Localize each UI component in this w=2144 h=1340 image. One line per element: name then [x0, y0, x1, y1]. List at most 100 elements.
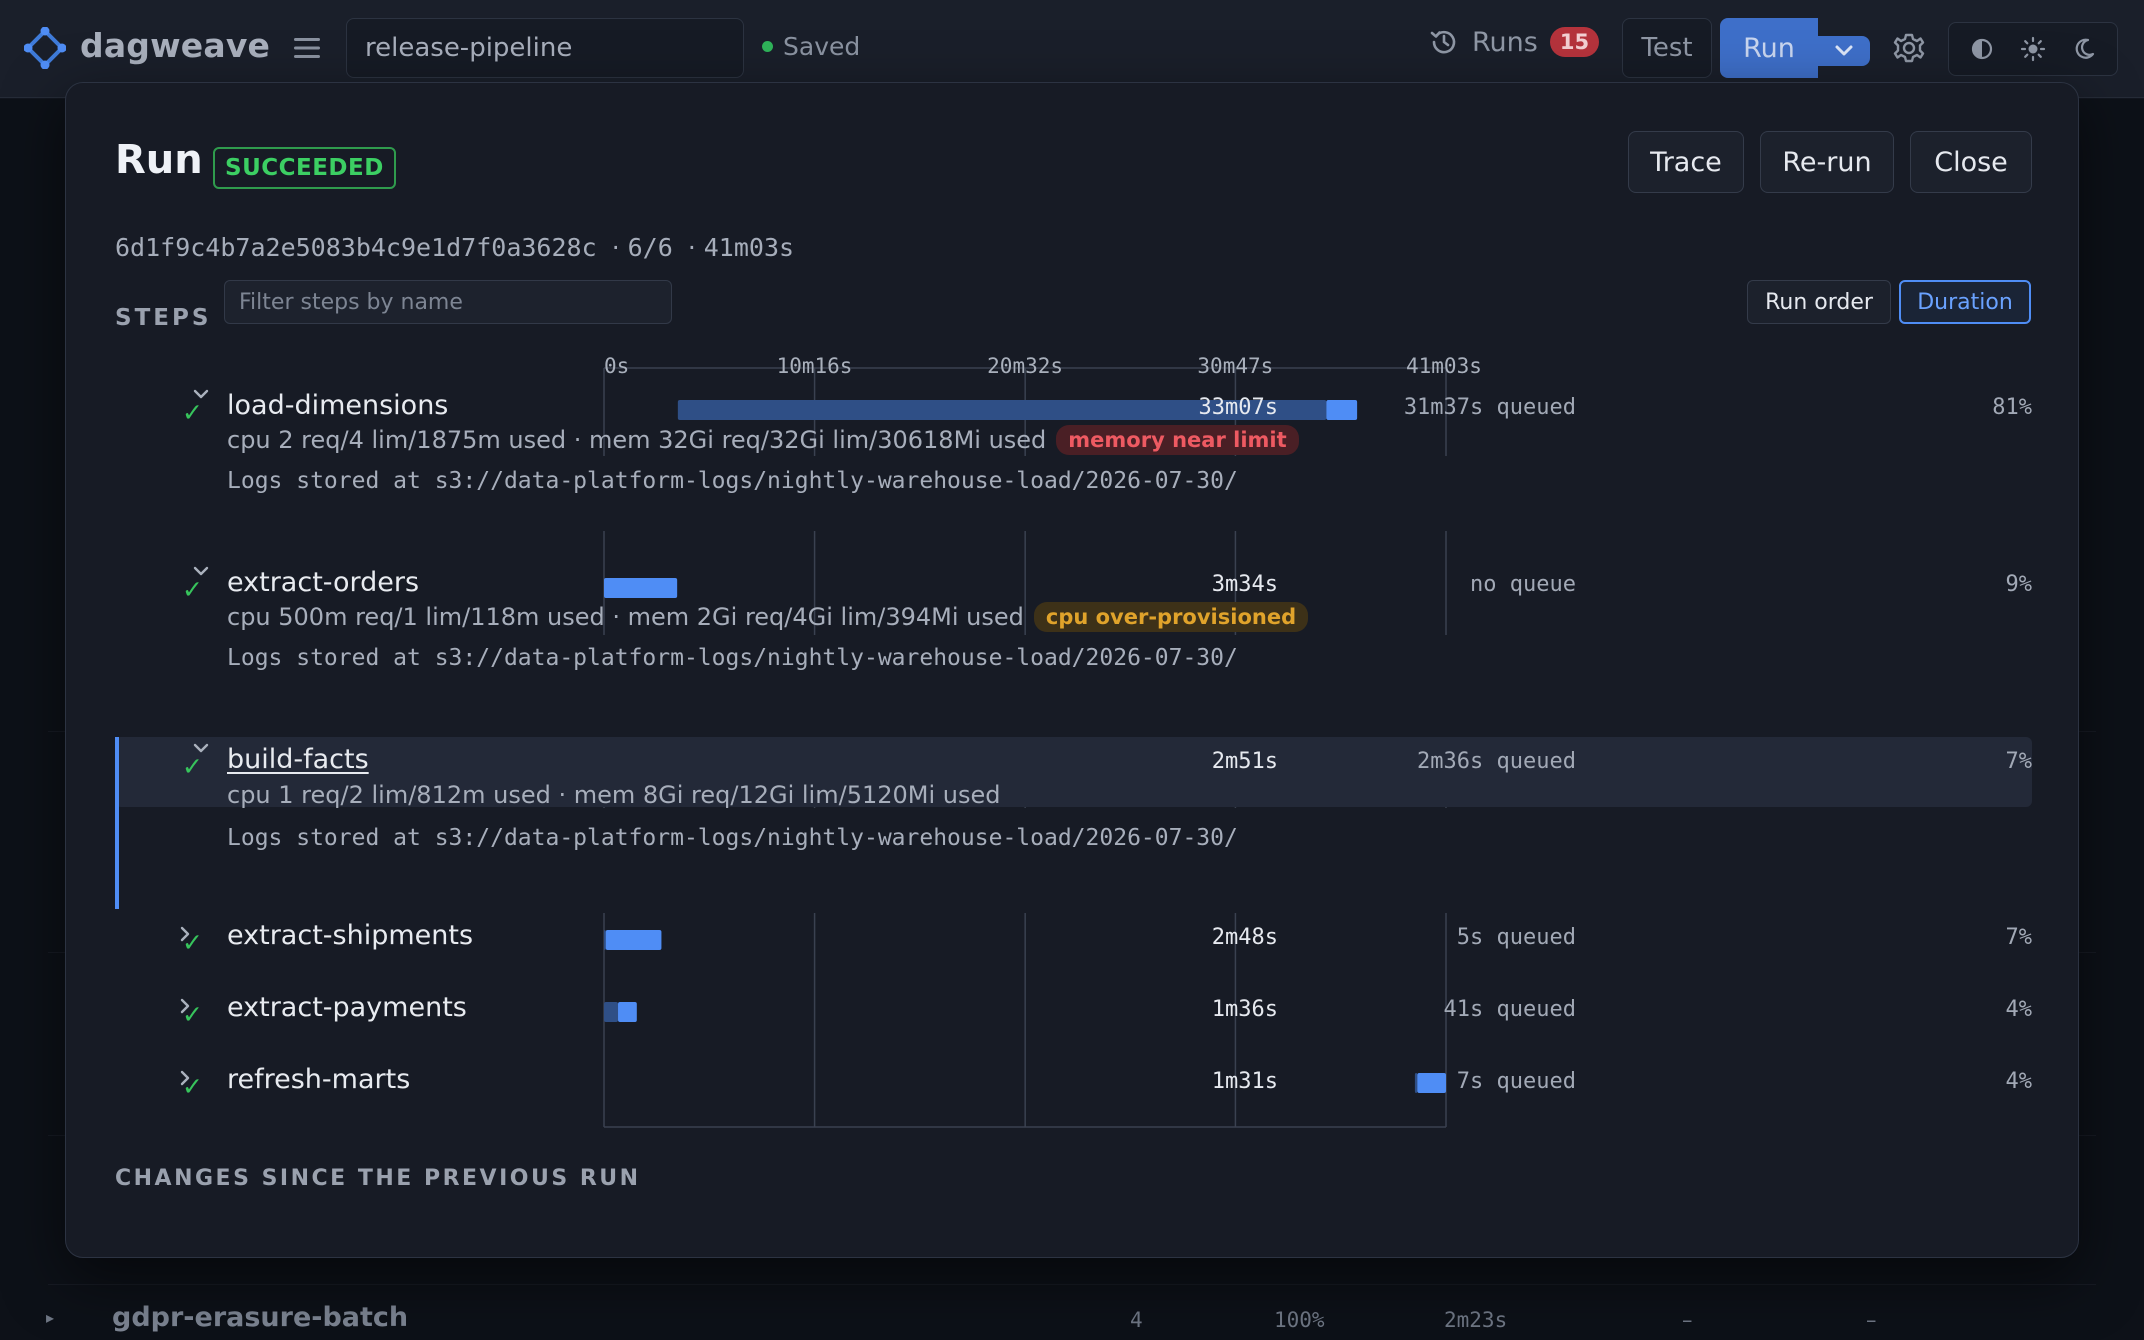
runs-button[interactable]: Runs 15	[1428, 26, 1600, 58]
trace-button[interactable]: Trace	[1628, 131, 1744, 193]
steps-section-label: STEPS	[115, 305, 212, 331]
pipeline-row-name: gdpr-erasure-batch	[112, 1302, 409, 1333]
row-expand-icon[interactable]: ▸	[46, 1308, 54, 1327]
step-logs-location: Logs stored at s3://data-platform-logs/n…	[227, 468, 1238, 494]
modal-title: Run	[115, 137, 203, 183]
pipeline-row-duration: 2m23s	[1444, 1308, 1508, 1332]
saved-status-text: Saved	[783, 32, 861, 61]
meta-separator: ·	[611, 233, 628, 262]
save-status: Saved	[762, 32, 860, 61]
step-warning-badge: cpu over-provisioned	[1033, 602, 1309, 632]
gantt-queued-bar	[604, 1002, 619, 1022]
theme-auto-button[interactable]	[1962, 29, 2002, 69]
step-resources-text: cpu 500m req/1 lim/118m used · mem 2Gi r…	[227, 603, 1024, 631]
rerun-button[interactable]: Re-run	[1760, 131, 1894, 193]
step-logs-location: Logs stored at s3://data-platform-logs/n…	[227, 825, 1238, 851]
pipeline-table-row[interactable]: ▸ gdpr-erasure-batch 4 100% 2m23s – –	[0, 1296, 2144, 1340]
step-resources: cpu 1 req/2 lim/812m used · mem 8Gi req/…	[227, 781, 1000, 809]
gantt-tick-label: 10m16s	[776, 354, 853, 378]
step-success-check-icon: ✓	[182, 928, 203, 957]
step-share: 9%	[2005, 572, 2033, 597]
gantt-queued-bar	[604, 930, 606, 950]
app-name: dagweave	[80, 26, 271, 65]
run-progress: 6/6	[627, 233, 673, 262]
saved-status-dot	[762, 41, 773, 52]
run-meta: 6d1f9c4b7a2e5083b4c9e1d7f0a3628c · 6/6 ·…	[115, 233, 794, 262]
runs-count-badge: 15	[1549, 27, 1600, 57]
pipeline-row-col6: –	[1866, 1308, 1877, 1332]
pipeline-row-steps: 4	[1130, 1308, 1143, 1332]
theme-light-button[interactable]	[2013, 29, 2053, 69]
step-logs-location: Logs stored at s3://data-platform-logs/n…	[227, 645, 1238, 671]
sort-duration-button[interactable]: Duration	[1899, 280, 2031, 324]
step-name[interactable]: extract-shipments	[227, 920, 473, 951]
gantt-tick-label: 20m32s	[987, 354, 1064, 378]
run-options-dropdown-button[interactable]	[1818, 36, 1870, 66]
step-duration: 1m36s	[1211, 997, 1278, 1022]
gear-icon[interactable]	[1892, 31, 1926, 65]
step-queue-time: no queue	[1470, 572, 1576, 597]
gantt-run-bar[interactable]	[604, 578, 678, 598]
step-resources-text: cpu 2 req/4 lim/1875m used · mem 32Gi re…	[227, 426, 1047, 454]
step-name[interactable]: load-dimensions	[227, 390, 448, 421]
sun-icon	[2020, 36, 2046, 62]
step-share: 81%	[1992, 395, 2032, 420]
close-button[interactable]: Close	[1910, 131, 2032, 193]
step-duration: 1m31s	[1211, 1069, 1278, 1094]
pipeline-name-input[interactable]	[346, 18, 744, 78]
step-queue-time: 31m37s queued	[1403, 395, 1576, 420]
changes-section-label: CHANGES SINCE THE PREVIOUS RUN	[115, 1166, 641, 1191]
step-name[interactable]: extract-payments	[227, 992, 467, 1023]
sort-run-order-button[interactable]: Run order	[1747, 280, 1891, 324]
selected-step-accent	[115, 737, 119, 909]
step-success-check-icon: ✓	[182, 398, 203, 427]
step-duration: 33m07s	[1198, 395, 1278, 420]
step-warning-badge: memory near limit	[1056, 425, 1299, 455]
step-resources-text: cpu 1 req/2 lim/812m used · mem 8Gi req/…	[227, 781, 1001, 809]
gantt-tick-label: 30m47s	[1197, 354, 1274, 378]
runs-label: Runs	[1472, 26, 1538, 58]
step-duration: 3m34s	[1211, 572, 1278, 597]
step-name[interactable]: build-facts	[227, 744, 369, 775]
step-duration: 2m51s	[1211, 749, 1278, 774]
run-total-duration: 41m03s	[703, 233, 795, 262]
chevron-down-icon	[1835, 45, 1853, 56]
dagweave-logo-icon[interactable]	[24, 27, 66, 69]
gantt-run-bar[interactable]	[605, 930, 662, 950]
test-button[interactable]: Test	[1622, 18, 1712, 78]
run-details-modal: Run SUCCEEDED Trace Re-run Close 6d1f9c4…	[65, 82, 2079, 1258]
step-queue-time: 2m36s queued	[1417, 749, 1576, 774]
step-queue-time: 7s queued	[1456, 1069, 1576, 1094]
step-share: 4%	[2005, 1069, 2033, 1094]
step-resources: cpu 500m req/1 lim/118m used · mem 2Gi r…	[227, 602, 1309, 632]
step-name[interactable]: refresh-marts	[227, 1064, 410, 1095]
moon-icon	[2075, 38, 2094, 59]
pipeline-row-col5: –	[1682, 1308, 1693, 1332]
step-duration: 2m48s	[1211, 925, 1278, 950]
run-button[interactable]: Run	[1720, 18, 1818, 78]
step-queue-time: 41s queued	[1443, 997, 1576, 1022]
meta-separator: ·	[687, 233, 704, 262]
step-share: 4%	[2005, 997, 2033, 1022]
run-status-badge: SUCCEEDED	[213, 147, 396, 189]
gantt-tick-label: 0s	[604, 354, 630, 378]
gantt-run-bar[interactable]	[618, 1002, 637, 1022]
step-filter-input[interactable]	[224, 280, 672, 324]
step-resources: cpu 2 req/4 lim/1875m used · mem 32Gi re…	[227, 425, 1299, 455]
step-queue-time: 5s queued	[1456, 925, 1576, 950]
step-name[interactable]: extract-orders	[227, 567, 419, 598]
contrast-icon	[1972, 38, 1993, 60]
gantt-tick-label: 41m03s	[1406, 354, 1482, 378]
step-success-check-icon: ✓	[182, 575, 203, 604]
step-success-check-icon: ✓	[182, 1000, 203, 1029]
run-id: 6d1f9c4b7a2e5083b4c9e1d7f0a3628c	[115, 233, 597, 262]
history-icon	[1430, 30, 1456, 54]
pipeline-row-success-rate: 100%	[1274, 1308, 1325, 1332]
step-success-check-icon: ✓	[182, 752, 203, 781]
step-share: 7%	[2005, 925, 2033, 950]
step-share: 7%	[2005, 749, 2033, 774]
hamburger-menu-icon[interactable]	[292, 34, 322, 62]
step-success-check-icon: ✓	[182, 1072, 203, 1101]
theme-switcher	[1948, 22, 2118, 76]
theme-dark-button[interactable]	[2064, 29, 2104, 69]
